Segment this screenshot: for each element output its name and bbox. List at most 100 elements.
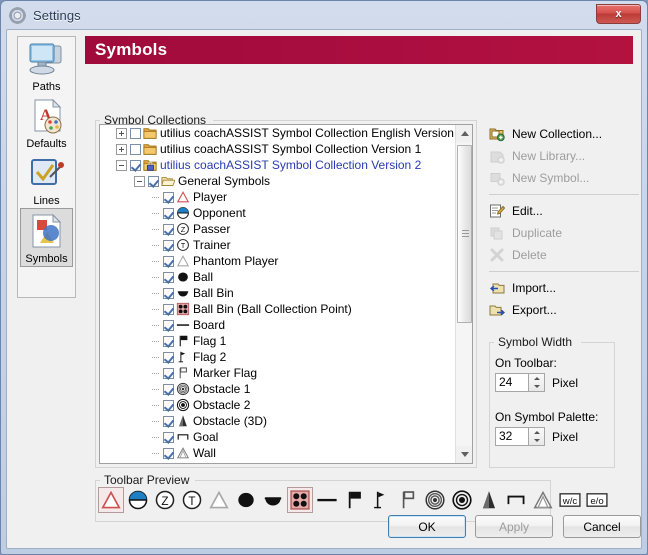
- stepper-up-icon[interactable]: [529, 374, 544, 383]
- collapse-minus-icon[interactable]: [116, 159, 127, 171]
- tree-checkbox[interactable]: [163, 335, 174, 347]
- command-delete: Delete: [489, 244, 641, 266]
- tree-checkbox[interactable]: [130, 159, 141, 171]
- tree-row[interactable]: Obstacle 1: [100, 381, 455, 397]
- tree-row[interactable]: Wall: [100, 445, 455, 461]
- tree-row[interactable]: Ball Bin: [100, 285, 455, 301]
- scrollbar-thumb[interactable]: [457, 145, 472, 323]
- preview-wc-label[interactable]: w/c: [557, 487, 583, 513]
- apply-button[interactable]: Apply: [475, 515, 553, 538]
- expand-plus-icon[interactable]: [116, 143, 127, 155]
- on-toolbar-input[interactable]: 24: [495, 373, 529, 392]
- tree-row[interactable]: Opponent: [100, 205, 455, 221]
- preview-triangle-red[interactable]: [98, 487, 124, 513]
- stepper-buttons[interactable]: [529, 373, 545, 392]
- tree-checkbox[interactable]: [163, 319, 174, 331]
- preview-ball-collection-point[interactable]: [287, 487, 313, 513]
- tree-checkbox[interactable]: [163, 415, 174, 427]
- preview-goal[interactable]: [503, 487, 529, 513]
- tree-row[interactable]: Board: [100, 317, 455, 333]
- on-palette-unit: Pixel: [552, 429, 579, 444]
- preview-triangle-gray[interactable]: [206, 487, 232, 513]
- tree-row[interactable]: Flag 1: [100, 333, 455, 349]
- sidebar-item-defaults[interactable]: A Defaults: [18, 94, 75, 151]
- tree-checkbox[interactable]: [163, 207, 174, 219]
- tree-row-label: Wall: [193, 446, 216, 460]
- scroll-down-button[interactable]: [456, 446, 472, 463]
- scroll-up-button[interactable]: [456, 125, 472, 142]
- sidebar-item-paths[interactable]: Paths: [18, 37, 75, 94]
- tree-checkbox[interactable]: [163, 191, 174, 203]
- tree-row[interactable]: Marker Flag: [100, 365, 455, 381]
- expand-plus-icon[interactable]: [116, 127, 127, 139]
- collapse-minus-icon[interactable]: [134, 175, 145, 187]
- tree-checkbox[interactable]: [163, 255, 174, 267]
- preview-flag-pennant[interactable]: [368, 487, 394, 513]
- tree-checkbox[interactable]: [163, 399, 174, 411]
- tree-row[interactable]: Flag 2: [100, 349, 455, 365]
- dialog-client-area: Paths A Defaults Lines Symbols Symbols S…: [6, 29, 642, 549]
- tree-row[interactable]: Player: [100, 189, 455, 205]
- tree-checkbox[interactable]: [163, 303, 174, 315]
- shapes-document-icon: [26, 213, 68, 253]
- tree-row[interactable]: utilius coachASSIST Symbol Collection Ve…: [100, 141, 455, 157]
- tree-row[interactable]: Phantom Player: [100, 253, 455, 269]
- tree-scrollbar[interactable]: [455, 125, 472, 463]
- ok-button[interactable]: OK: [388, 515, 466, 538]
- preview-circle-t[interactable]: T: [179, 487, 205, 513]
- stepper-down-icon[interactable]: [529, 437, 544, 446]
- command-export[interactable]: Export...: [489, 299, 641, 321]
- tree-row[interactable]: Obstacle 2: [100, 397, 455, 413]
- tree-row[interactable]: General Symbols: [100, 173, 455, 189]
- tree-checkbox[interactable]: [130, 127, 141, 139]
- tree-checkbox[interactable]: [163, 367, 174, 379]
- preview-obstacle-rings[interactable]: [422, 487, 448, 513]
- stepper-down-icon[interactable]: [529, 383, 544, 392]
- tree-row[interactable]: Obstacle (3D): [100, 413, 455, 429]
- preview-flag-solid[interactable]: [341, 487, 367, 513]
- stepper-up-icon[interactable]: [529, 428, 544, 437]
- sidebar-item-symbols[interactable]: Symbols: [20, 208, 73, 267]
- preview-ball-filled[interactable]: [233, 487, 259, 513]
- tree-checkbox[interactable]: [148, 175, 159, 187]
- tree-checkbox[interactable]: [163, 271, 174, 283]
- preview-obstacle-dot[interactable]: [449, 487, 475, 513]
- tree-checkbox[interactable]: [163, 239, 174, 251]
- on-palette-stepper[interactable]: 32 Pixel: [495, 427, 615, 446]
- tree-row[interactable]: utilius coachASSIST Symbol Collection En…: [100, 125, 455, 141]
- preview-cone-3d[interactable]: [476, 487, 502, 513]
- delete-x-icon: [489, 247, 506, 263]
- on-toolbar-stepper[interactable]: 24 Pixel: [495, 373, 615, 392]
- close-button[interactable]: x: [596, 4, 641, 24]
- tree-checkbox[interactable]: [130, 143, 141, 155]
- tree-checkbox[interactable]: [163, 431, 174, 443]
- symbol-collections-tree[interactable]: utilius coachASSIST Symbol Collection En…: [99, 124, 473, 464]
- tree-row[interactable]: Goal: [100, 429, 455, 445]
- tree-checkbox[interactable]: [163, 351, 174, 363]
- preview-circle-z[interactable]: Z: [152, 487, 178, 513]
- preview-board[interactable]: [314, 487, 340, 513]
- cancel-button[interactable]: Cancel: [563, 515, 641, 538]
- tree-row-label: Goal: [193, 430, 219, 444]
- preview-wall[interactable]: [530, 487, 556, 513]
- tree-row[interactable]: utilius coachASSIST Symbol Collection Ve…: [100, 157, 455, 173]
- tree-checkbox[interactable]: [163, 447, 174, 459]
- tree-row[interactable]: Ball Bin (Ball Collection Point): [100, 301, 455, 317]
- preview-ball-bin[interactable]: [260, 487, 286, 513]
- command-import[interactable]: Import...: [489, 277, 641, 299]
- preview-eo-label[interactable]: e/o: [584, 487, 610, 513]
- tree-row[interactable]: Z Passer: [100, 221, 455, 237]
- tree-checkbox[interactable]: [163, 383, 174, 395]
- sidebar-item-lines[interactable]: Lines: [18, 151, 75, 208]
- command-new-collection[interactable]: New Collection...: [489, 123, 641, 145]
- stepper-buttons[interactable]: [529, 427, 545, 446]
- on-palette-input[interactable]: 32: [495, 427, 529, 446]
- preview-circle-blue-half[interactable]: [125, 487, 151, 513]
- preview-marker-flag[interactable]: [395, 487, 421, 513]
- tree-row[interactable]: T Trainer: [100, 237, 455, 253]
- command-edit[interactable]: Edit...: [489, 200, 641, 222]
- tree-checkbox[interactable]: [163, 287, 174, 299]
- tree-row[interactable]: Ball: [100, 269, 455, 285]
- tree-checkbox[interactable]: [163, 223, 174, 235]
